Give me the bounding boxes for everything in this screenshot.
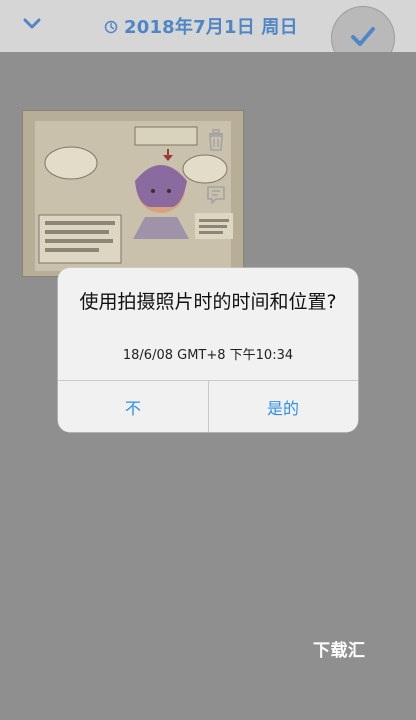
check-icon xyxy=(348,21,378,55)
top-bar-inner: 2018年7月1日 周日 xyxy=(0,0,416,70)
trash-icon[interactable] xyxy=(204,128,228,152)
top-bar: 2018年7月1日 周日 xyxy=(0,0,416,70)
alert-timestamp: 18/6/08 GMT+8 下午10:34 xyxy=(122,348,294,363)
watermark-text: 下载汇 xyxy=(313,641,366,661)
permission-alert: 使用拍摄照片时的时间和位置? 18/6/08 GMT+8 下午10:34 不 是… xyxy=(58,268,358,432)
no-button[interactable]: 不 xyxy=(58,381,208,432)
comment-icon[interactable] xyxy=(204,183,228,207)
chevron-down-icon[interactable] xyxy=(20,12,44,36)
yes-button[interactable]: 是的 xyxy=(208,381,358,432)
alert-title: 使用拍摄照片时的时间和位置? xyxy=(79,291,337,313)
date-header[interactable]: 2018年7月1日 周日 xyxy=(104,10,298,42)
clock-icon xyxy=(104,19,118,34)
date-text: 2018年7月1日 周日 xyxy=(124,17,298,38)
